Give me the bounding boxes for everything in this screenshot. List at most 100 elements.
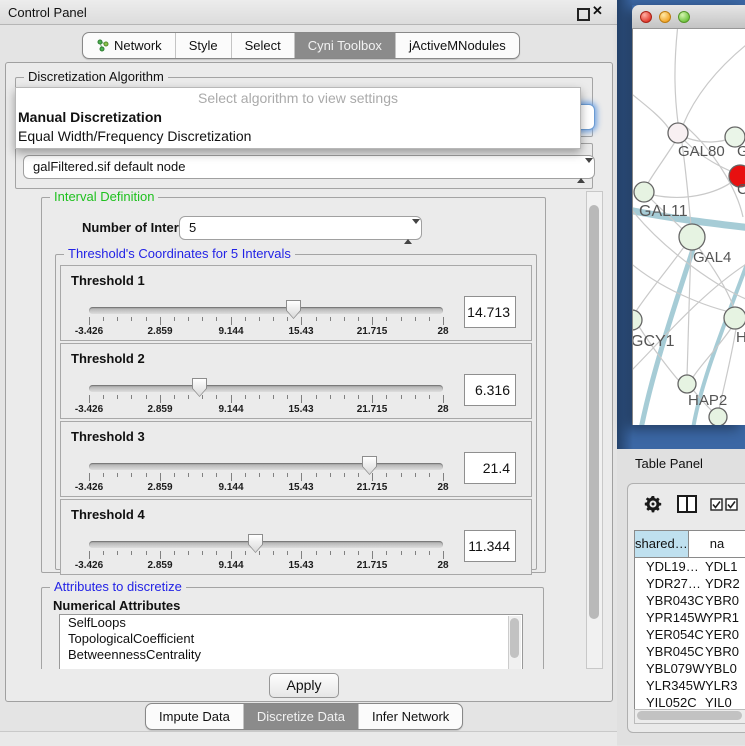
checkbox-icon[interactable] bbox=[725, 498, 738, 511]
node-gal11[interactable] bbox=[634, 182, 654, 202]
column-header-name[interactable]: na bbox=[689, 531, 745, 557]
tab-cyni-toolbox[interactable]: Cyni Toolbox bbox=[294, 33, 395, 58]
table-row[interactable]: YDR27…YDR2 bbox=[635, 575, 745, 592]
cell-name[interactable]: YBR0 bbox=[701, 643, 739, 660]
column-header-shared-name[interactable]: shared… bbox=[635, 531, 689, 557]
attributes-scrollbar[interactable] bbox=[508, 616, 521, 669]
tick-mark bbox=[245, 317, 246, 321]
cell-name[interactable]: YBR0 bbox=[701, 592, 739, 609]
attribute-item[interactable]: BetweennessCentrality bbox=[60, 647, 522, 663]
table-row[interactable]: YIL052CYIL0 bbox=[635, 694, 745, 710]
close-traffic-light-icon[interactable] bbox=[640, 11, 652, 23]
slider-track[interactable] bbox=[89, 307, 443, 314]
attribute-item[interactable]: TopologicalCoefficient bbox=[60, 631, 522, 647]
zoom-traffic-light-icon[interactable] bbox=[678, 11, 690, 23]
tick-mark bbox=[443, 551, 444, 559]
tick-mark bbox=[301, 551, 302, 559]
node-hap2[interactable] bbox=[678, 375, 696, 393]
float-window-icon[interactable] bbox=[577, 8, 590, 21]
table-row[interactable]: YPR145WYPR1 bbox=[635, 609, 745, 626]
tab-infer-network[interactable]: Infer Network bbox=[358, 704, 462, 729]
threshold-row: Threshold 2 -3.4262.8599.14415.4321.7152… bbox=[60, 343, 532, 419]
threshold-value-field[interactable]: 14.713 bbox=[464, 296, 516, 328]
popup-item-equal-width-frequency[interactable]: Equal Width/Frequency Discretization bbox=[16, 127, 580, 146]
checkbox-icon[interactable] bbox=[710, 498, 723, 511]
slider-track[interactable] bbox=[89, 385, 443, 392]
cell-name[interactable]: YPR1 bbox=[701, 609, 739, 626]
cell-name[interactable]: YLR3 bbox=[701, 677, 738, 694]
tab-network[interactable]: Network bbox=[83, 33, 175, 58]
split-view-icon[interactable] bbox=[677, 495, 697, 513]
node-h[interactable] bbox=[724, 307, 745, 329]
tab-impute-data[interactable]: Impute Data bbox=[146, 704, 243, 729]
popup-item-manual-discretization[interactable]: Manual Discretization bbox=[16, 108, 580, 127]
tab-select[interactable]: Select bbox=[231, 33, 294, 58]
cell-shared-name[interactable]: YDR27… bbox=[635, 575, 701, 592]
cell-shared-name[interactable]: YPR145W bbox=[635, 609, 701, 626]
tab-jactivemnodules[interactable]: jActiveMNodules bbox=[395, 33, 519, 58]
network-canvas[interactable]: GAL80GACGAL11GAL4GCY1HHAP2 bbox=[632, 29, 745, 425]
apply-button[interactable]: Apply bbox=[269, 673, 339, 698]
table-row[interactable]: YDL19…YDL1 bbox=[635, 558, 745, 575]
cell-name[interactable]: YDL1 bbox=[701, 558, 738, 575]
tick-mark bbox=[372, 551, 373, 559]
tick-mark bbox=[386, 473, 387, 477]
cell-name[interactable]: YBL0 bbox=[701, 660, 737, 677]
cell-name[interactable]: YDR2 bbox=[701, 575, 740, 592]
scrollbar-thumb[interactable] bbox=[510, 618, 519, 658]
tick-mark bbox=[174, 473, 175, 477]
control-panel-titlebar: Control Panel bbox=[0, 0, 617, 25]
close-icon[interactable]: ✕ bbox=[592, 3, 603, 19]
gear-icon[interactable] bbox=[644, 495, 662, 513]
threshold-value-field[interactable]: 6.316 bbox=[464, 374, 516, 406]
tick-mark bbox=[146, 395, 147, 399]
network-window-titlebar[interactable] bbox=[632, 5, 745, 29]
tick-mark bbox=[103, 317, 104, 321]
attribute-item[interactable]: SelfLoops bbox=[60, 615, 522, 631]
cell-shared-name[interactable]: YER054C bbox=[635, 626, 701, 643]
tick-mark bbox=[273, 551, 274, 555]
scrollbar-thumb[interactable] bbox=[589, 205, 599, 619]
cell-shared-name[interactable]: YDL19… bbox=[635, 558, 701, 575]
cell-shared-name[interactable]: YBR045C bbox=[635, 643, 701, 660]
cell-name[interactable]: YIL0 bbox=[701, 694, 732, 710]
threshold-value-field[interactable]: 11.344 bbox=[464, 530, 516, 562]
scale-label: 21.715 bbox=[357, 404, 388, 415]
slider-track[interactable] bbox=[89, 541, 443, 548]
tick-mark bbox=[273, 395, 274, 399]
table-row[interactable]: YBL079WYBL0 bbox=[635, 660, 745, 677]
tick-mark bbox=[188, 395, 189, 399]
tab-label: Select bbox=[245, 33, 281, 58]
popup-placeholder-item[interactable]: Select algorithm to view settings bbox=[16, 88, 580, 108]
table-row[interactable]: YLR345WYLR3 bbox=[635, 677, 745, 694]
tick-mark bbox=[202, 473, 203, 477]
table-row[interactable]: YBR043CYBR0 bbox=[635, 592, 745, 609]
table-data-combobox[interactable]: galFiltered.sif default node bbox=[23, 155, 595, 179]
tick-mark bbox=[89, 551, 90, 559]
tick-mark bbox=[89, 473, 90, 481]
slider-track[interactable] bbox=[89, 463, 443, 470]
cell-name[interactable]: YER0 bbox=[701, 626, 739, 643]
scale-label: 28 bbox=[437, 560, 448, 571]
minimize-traffic-light-icon[interactable] bbox=[659, 11, 671, 23]
table-horizontal-scrollbar[interactable] bbox=[634, 709, 745, 724]
node-bottom[interactable] bbox=[709, 408, 727, 425]
table-row[interactable]: YER054CYER0 bbox=[635, 626, 745, 643]
cell-shared-name[interactable]: YLR345W bbox=[635, 677, 701, 694]
tab-style[interactable]: Style bbox=[175, 33, 231, 58]
tick-mark bbox=[174, 551, 175, 555]
node-gal80[interactable] bbox=[668, 123, 688, 143]
tick-mark bbox=[131, 317, 132, 321]
threshold-value-field[interactable]: 21.4 bbox=[464, 452, 516, 484]
scrollbar-thumb[interactable] bbox=[637, 711, 742, 720]
tick-mark bbox=[301, 395, 302, 403]
node-gcy1[interactable] bbox=[633, 310, 642, 330]
number-of-intervals-combobox[interactable]: 5 bbox=[179, 216, 422, 240]
table-row[interactable]: YBR045CYBR0 bbox=[635, 643, 745, 660]
cell-shared-name[interactable]: YBL079W bbox=[635, 660, 701, 677]
tab-discretize-data[interactable]: Discretize Data bbox=[243, 704, 358, 729]
main-vertical-scrollbar[interactable] bbox=[586, 191, 603, 669]
node-gal4[interactable] bbox=[679, 224, 705, 250]
cell-shared-name[interactable]: YIL052C bbox=[635, 694, 701, 710]
cell-shared-name[interactable]: YBR043C bbox=[635, 592, 701, 609]
